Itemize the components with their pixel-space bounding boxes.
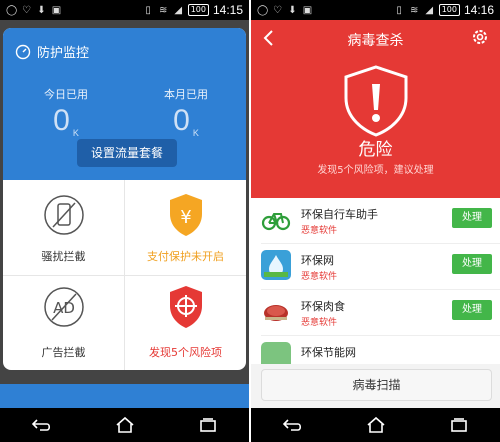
water-drop-icon [261, 250, 291, 280]
dialog-title: 防护监控 [37, 46, 90, 61]
protection-dialog: 防护监控 今日已用 0K 本月已用 0K 设置流量套餐 骚扰拦截 ¥ 支付保护未… [3, 28, 246, 370]
today-usage-unit: K [72, 128, 79, 138]
app-name: 环保自行车助手 [301, 208, 378, 221]
today-usage-label: 今日已用 [44, 88, 88, 101]
month-usage-label: 本月已用 [164, 88, 208, 101]
clock: 14:16 [463, 3, 494, 17]
ad-block-icon: AD [44, 287, 84, 327]
vibrate-icon: ▯ [396, 4, 402, 16]
app-name: 环保肉食 [301, 300, 345, 313]
today-usage-value: 0 [53, 104, 70, 137]
today-usage: 今日已用 0K [11, 86, 121, 138]
harassment-block-tile[interactable]: 骚扰拦截 [3, 180, 124, 275]
status-bar: ◯ ♡ ⬇ ▣ ▯ ≋ ◢ 100 14:15 [0, 0, 249, 20]
background-bar [0, 384, 249, 408]
left-phone-screen: ◯ ♡ ⬇ ▣ ▯ ≋ ◢ 100 14:15 防护监控 今日已用 0K 本月已… [0, 0, 249, 442]
app-threat-tag: 恶意软件 [301, 318, 338, 328]
list-item[interactable]: 环保网 恶意软件 处理 [251, 244, 500, 290]
right-phone-screen: ◯ ♡ ⬇ ▣ ▯ ≋ ◢ 100 14:16 病毒查杀 危险 发现5个风险项，… [251, 0, 500, 442]
app-name: 环保网 [301, 254, 334, 267]
wifi-icon: ≋ [158, 4, 168, 16]
handle-button[interactable]: 处理 [452, 208, 492, 228]
home-icon[interactable] [366, 416, 386, 434]
recent-apps-icon[interactable] [449, 417, 469, 433]
navigation-bar [251, 408, 500, 442]
heart-icon: ♡ [22, 4, 31, 16]
android-icon: ▣ [51, 4, 62, 16]
speedometer-icon [15, 44, 31, 59]
app-threat-tag: 恶意软件 [301, 226, 338, 236]
risk-found-tile[interactable]: 发现5个风险项 [125, 276, 246, 370]
threat-status: 危险 [358, 140, 393, 160]
threat-summary: 发现5个风险项，建议处理 [317, 165, 434, 176]
month-usage: 本月已用 0K [131, 86, 241, 138]
battery-icon: 100 [438, 4, 460, 16]
app-threat-tag: 恶意软件 [301, 272, 338, 282]
crosshair-shield-icon [170, 286, 202, 328]
list-item[interactable]: 环保自行车助手 恶意软件 处理 [251, 198, 500, 244]
svg-text:¥: ¥ [180, 207, 191, 228]
download-icon: ⬇ [288, 4, 297, 16]
vibrate-icon: ▯ [145, 4, 151, 16]
heart-icon: ♡ [273, 4, 282, 16]
payment-protection-label: 支付保护未开启 [147, 250, 224, 263]
phone-block-icon [44, 195, 84, 235]
meat-icon [261, 296, 291, 326]
handle-button[interactable]: 处理 [452, 254, 492, 274]
status-bar: ◯ ♡ ⬇ ▣ ▯ ≋ ◢ 100 14:16 [251, 0, 500, 20]
app-name: 环保节能网 [301, 346, 356, 359]
virus-scan-header: 病毒查杀 危险 发现5个风险项，建议处理 [251, 20, 500, 198]
home-icon[interactable] [115, 416, 135, 434]
risk-found-label: 发现5个风险项 [149, 346, 222, 359]
bicycle-icon [261, 204, 291, 234]
payment-protection-tile[interactable]: ¥ 支付保护未开启 [125, 180, 246, 275]
danger-shield-icon [344, 65, 408, 137]
ring-icon: ◯ [6, 4, 18, 16]
leaf-icon [261, 342, 291, 364]
month-usage-unit: K [192, 128, 199, 138]
signal-icon: ◢ [425, 4, 434, 16]
dialog-header: 防护监控 今日已用 0K 本月已用 0K 设置流量套餐 [3, 28, 246, 180]
back-icon[interactable] [282, 417, 304, 433]
wifi-icon: ≋ [409, 4, 419, 16]
battery-icon: 100 [187, 4, 209, 16]
back-icon[interactable] [31, 417, 53, 433]
recent-apps-icon[interactable] [198, 417, 218, 433]
ad-block-tile[interactable]: AD 广告拦截 [3, 276, 124, 370]
ring-icon: ◯ [257, 4, 269, 16]
list-item[interactable]: 环保节能网 [251, 336, 500, 364]
virus-scan-button[interactable]: 病毒扫描 [261, 369, 492, 401]
yuan-shield-icon: ¥ [170, 194, 202, 236]
set-data-plan-button[interactable]: 设置流量套餐 [77, 139, 177, 167]
month-usage-value: 0 [173, 104, 190, 137]
page-title: 病毒查杀 [347, 33, 404, 49]
ad-block-label: 广告拦截 [41, 346, 86, 359]
signal-icon: ◢ [174, 4, 183, 16]
download-icon: ⬇ [37, 4, 46, 16]
gear-icon[interactable] [470, 27, 490, 47]
clock: 14:15 [212, 3, 243, 17]
risk-app-list: 环保自行车助手 恶意软件 处理 环保网 恶意软件 处理 环保肉食 恶意软件 处理… [251, 198, 500, 364]
handle-button[interactable]: 处理 [452, 300, 492, 320]
android-icon: ▣ [302, 4, 313, 16]
list-item[interactable]: 环保肉食 恶意软件 处理 [251, 290, 500, 336]
harassment-block-label: 骚扰拦截 [41, 250, 86, 263]
navigation-bar [0, 408, 249, 442]
